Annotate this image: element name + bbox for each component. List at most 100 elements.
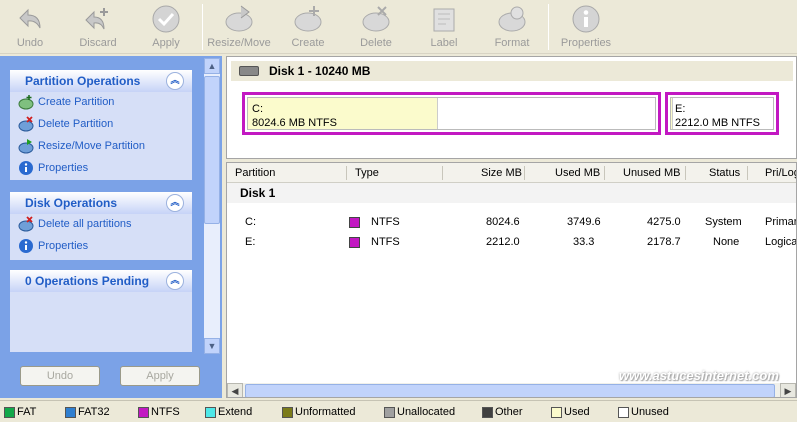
- column-header-status[interactable]: Status: [709, 167, 740, 179]
- partition-properties-link[interactable]: Properties: [18, 160, 88, 178]
- legend-item-unallocated: Unallocated: [384, 406, 455, 418]
- disk-operations-group: Disk Operations ︽ Delete all partitions …: [10, 192, 192, 260]
- watermark-text: www.astucesinternet.com: [619, 368, 779, 383]
- label-icon: [433, 8, 455, 32]
- column-divider[interactable]: [604, 166, 605, 180]
- partition-block-inner: C: 8024.6 MB NTFS: [247, 97, 656, 130]
- unformatted-color-swatch: [282, 406, 293, 418]
- create-partition-icon: [294, 6, 322, 32]
- partition-block-text: C: 8024.6 MB NTFS: [252, 102, 337, 130]
- disk-operations-header[interactable]: Disk Operations ︽: [10, 192, 192, 214]
- column-divider[interactable]: [524, 166, 525, 180]
- delete-all-partitions-link[interactable]: Delete all partitions: [18, 216, 132, 234]
- legend-item-extend: Extend: [205, 406, 252, 418]
- delete-button[interactable]: Delete: [348, 0, 404, 54]
- column-header-size[interactable]: Size MB: [481, 167, 522, 179]
- resize-move-partition-link[interactable]: Resize/Move Partition: [18, 138, 145, 156]
- create-button[interactable]: Create: [280, 0, 336, 54]
- column-header-type[interactable]: Type: [355, 167, 379, 179]
- resize-move-button[interactable]: Resize/Move: [206, 0, 272, 54]
- delete-all-icon: [18, 216, 34, 232]
- scroll-down-icon[interactable]: ▼: [204, 338, 220, 354]
- discard-button[interactable]: Discard: [70, 0, 126, 54]
- ntfs-color-swatch: [138, 406, 149, 418]
- legend-item-used: Used: [551, 406, 590, 418]
- info-icon: [19, 161, 33, 175]
- list-header: Partition Type Size MB Used MB Unused MB…: [227, 163, 796, 183]
- fat32-color-swatch: [65, 406, 76, 418]
- cell-prilog: Logical: [765, 236, 797, 248]
- delete-partition-link[interactable]: Delete Partition: [18, 116, 113, 134]
- pending-undo-button[interactable]: Undo: [20, 366, 100, 386]
- ntfs-color-swatch: [349, 237, 360, 248]
- column-header-unused[interactable]: Unused MB: [623, 167, 680, 179]
- legend-bar: FAT FAT32 NTFS Extend Unformatted Unallo…: [0, 400, 797, 422]
- task-pane-scrollbar[interactable]: ▲ ▼: [204, 58, 220, 354]
- scroll-left-icon[interactable]: ◀: [227, 383, 243, 397]
- column-divider[interactable]: [442, 166, 443, 180]
- cell-unused: 2178.7: [647, 236, 681, 248]
- partition-operations-header[interactable]: Partition Operations ︽: [10, 70, 192, 92]
- table-row[interactable]: C: NTFS 8024.6 3749.6 4275.0 System Prim…: [227, 213, 796, 233]
- group-title: Disk Operations: [25, 196, 118, 210]
- format-button[interactable]: Format: [486, 0, 538, 54]
- collapse-chevron-icon[interactable]: ︽: [166, 72, 184, 90]
- partition-block-c[interactable]: C: 8024.6 MB NTFS: [242, 92, 661, 135]
- discard-icon: [85, 8, 108, 30]
- scrollbar-thumb[interactable]: [245, 384, 775, 397]
- cell-used: 33.3: [573, 236, 595, 248]
- legend-item-unused: Unused: [618, 406, 669, 418]
- cell-type: NTFS: [371, 216, 400, 228]
- partition-block-name: E:: [675, 103, 686, 115]
- toolbar-separator: [202, 4, 203, 50]
- cell-prilog: Primary: [765, 216, 796, 228]
- toolbar: Undo Discard Apply Resize/Move Create De…: [0, 0, 797, 54]
- used-space-fill: [671, 98, 673, 129]
- cell-used: 3749.6: [567, 216, 601, 228]
- cell-partition: E:: [245, 236, 256, 248]
- disk-properties-link[interactable]: Properties: [18, 238, 88, 256]
- hard-disk-icon: [239, 66, 259, 76]
- horizontal-scrollbar[interactable]: ◀ ▶: [227, 383, 796, 397]
- undo-button[interactable]: Undo: [4, 0, 56, 54]
- info-icon: [19, 239, 33, 253]
- column-header-partition[interactable]: Partition: [235, 167, 275, 179]
- disk-header[interactable]: Disk 1 - 10240 MB: [231, 61, 793, 81]
- partition-block-e[interactable]: E: 2212.0 MB NTFS: [665, 92, 779, 135]
- task-pane: Partition Operations ︽ Create Partition …: [0, 56, 222, 398]
- column-divider[interactable]: [346, 166, 347, 180]
- partition-operations-group: Partition Operations ︽ Create Partition …: [10, 70, 192, 180]
- scroll-up-icon[interactable]: ▲: [204, 58, 220, 74]
- other-color-swatch: [482, 406, 493, 418]
- cell-type: NTFS: [371, 236, 400, 248]
- create-partition-link[interactable]: Create Partition: [18, 94, 114, 112]
- operations-pending-header[interactable]: 0 Operations Pending ︽: [10, 270, 192, 292]
- create-partition-icon: [18, 95, 34, 110]
- unallocated-color-swatch: [384, 406, 395, 418]
- info-icon: [572, 5, 600, 33]
- toolbar-separator: [548, 4, 549, 50]
- label-button[interactable]: Label: [418, 0, 470, 54]
- scrollbar-thumb[interactable]: [204, 76, 220, 224]
- table-row[interactable]: E: NTFS 2212.0 33.3 2178.7 None Logical: [227, 233, 797, 253]
- scroll-right-icon[interactable]: ▶: [780, 383, 796, 397]
- column-divider[interactable]: [747, 166, 748, 180]
- unused-color-swatch: [618, 406, 629, 418]
- column-divider[interactable]: [685, 166, 686, 180]
- disk-title: Disk 1 - 10240 MB: [269, 64, 371, 78]
- collapse-chevron-icon[interactable]: ︽: [166, 194, 184, 212]
- operations-pending-group: 0 Operations Pending ︽: [10, 270, 192, 352]
- legend-item-other: Other: [482, 406, 523, 418]
- collapse-chevron-icon[interactable]: ︽: [166, 272, 184, 290]
- pending-apply-button[interactable]: Apply: [120, 366, 200, 386]
- apply-button[interactable]: Apply: [140, 0, 192, 54]
- cell-status: System: [705, 216, 742, 228]
- resize-move-icon: [225, 5, 253, 32]
- cell-size: 2212.0: [486, 236, 520, 248]
- properties-button[interactable]: Properties: [556, 0, 616, 54]
- extend-color-swatch: [205, 406, 216, 418]
- disk-group-row[interactable]: Disk 1: [227, 183, 796, 203]
- column-header-used[interactable]: Used MB: [555, 167, 600, 179]
- column-header-prilog[interactable]: Pri/Log: [765, 167, 796, 179]
- partition-list: Partition Type Size MB Used MB Unused MB…: [226, 162, 797, 398]
